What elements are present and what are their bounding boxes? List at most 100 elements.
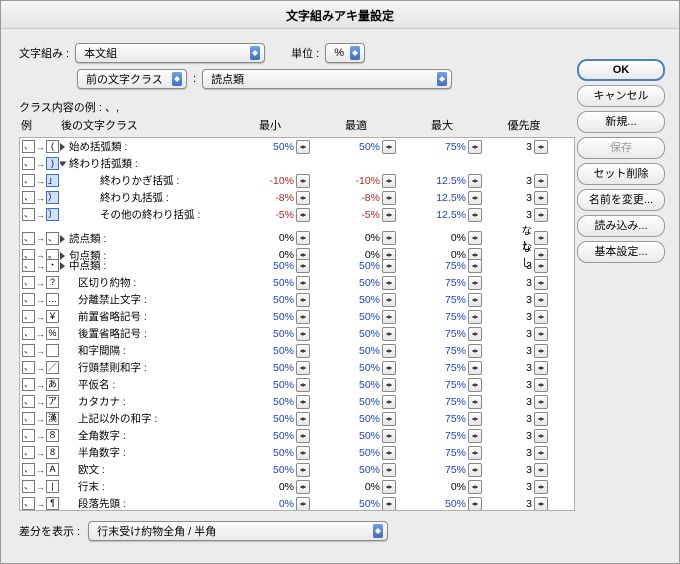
stepper-icon[interactable] [468, 378, 482, 392]
value-spinner[interactable]: 50% [314, 462, 400, 478]
disclosure-triangle-icon[interactable] [60, 262, 65, 270]
basic-settings-button[interactable]: 基本設定... [577, 241, 665, 263]
value-spinner[interactable]: 50% [228, 411, 314, 427]
stepper-icon[interactable] [534, 174, 548, 188]
stepper-icon[interactable] [296, 276, 310, 290]
stepper-icon[interactable] [468, 259, 482, 273]
stepper-icon[interactable] [468, 327, 482, 341]
value-spinner[interactable]: 12.5% [400, 190, 486, 206]
value-spinner[interactable]: 50% [314, 411, 400, 427]
value-spinner[interactable]: -10% [228, 173, 314, 189]
value-spinner[interactable]: 75% [400, 428, 486, 444]
stepper-icon[interactable] [382, 231, 396, 245]
value-spinner[interactable]: 75% [400, 292, 486, 308]
import-button[interactable]: 読み込み... [577, 215, 665, 237]
value-spinner[interactable]: 0% [228, 496, 314, 511]
value-spinner[interactable]: 12.5% [400, 207, 486, 223]
stepper-icon[interactable] [468, 208, 482, 222]
stepper-icon[interactable] [382, 463, 396, 477]
stepper-icon[interactable] [296, 259, 310, 273]
stepper-icon[interactable] [382, 480, 396, 494]
priority-spinner[interactable]: 3 [486, 480, 550, 494]
value-spinner[interactable]: 50% [314, 394, 400, 410]
value-spinner[interactable]: 0% [400, 479, 486, 495]
priority-spinner[interactable]: 3 [486, 344, 550, 358]
value-spinner[interactable]: 50% [314, 343, 400, 359]
value-spinner[interactable]: 50% [228, 309, 314, 325]
value-spinner[interactable]: 50% [228, 292, 314, 308]
value-spinner[interactable]: 50% [228, 258, 314, 274]
value-spinner[interactable]: -5% [314, 207, 400, 223]
stepper-icon[interactable] [382, 276, 396, 290]
stepper-icon[interactable] [382, 361, 396, 375]
stepper-icon[interactable] [296, 446, 310, 460]
prev-class-select[interactable]: 前の文字クラス [77, 69, 187, 89]
stepper-icon[interactable] [296, 231, 310, 245]
value-spinner[interactable]: 50% [314, 377, 400, 393]
value-spinner[interactable]: 75% [400, 411, 486, 427]
stepper-icon[interactable] [534, 395, 548, 409]
stepper-icon[interactable] [468, 231, 482, 245]
stepper-icon[interactable] [382, 191, 396, 205]
stepper-icon[interactable] [382, 310, 396, 324]
priority-spinner[interactable]: 3 [486, 327, 550, 341]
value-spinner[interactable]: 50% [314, 292, 400, 308]
stepper-icon[interactable] [534, 361, 548, 375]
value-spinner[interactable]: 75% [400, 139, 486, 155]
disclosure-triangle-icon[interactable] [60, 235, 65, 243]
stepper-icon[interactable] [468, 463, 482, 477]
unit-select[interactable]: % [325, 43, 365, 63]
stepper-icon[interactable] [534, 480, 548, 494]
stepper-icon[interactable] [468, 446, 482, 460]
stepper-icon[interactable] [296, 293, 310, 307]
stepper-icon[interactable] [534, 259, 548, 273]
value-spinner[interactable]: 75% [400, 275, 486, 291]
stepper-icon[interactable] [468, 310, 482, 324]
stepper-icon[interactable] [534, 231, 548, 245]
stepper-icon[interactable] [296, 327, 310, 341]
stepper-icon[interactable] [534, 208, 548, 222]
stepper-icon[interactable] [468, 412, 482, 426]
disclosure-triangle-icon[interactable] [60, 143, 65, 151]
value-spinner[interactable]: 0% [314, 230, 400, 246]
stepper-icon[interactable] [534, 191, 548, 205]
value-spinner[interactable]: 75% [400, 445, 486, 461]
stepper-icon[interactable] [382, 412, 396, 426]
value-spinner[interactable]: -8% [228, 190, 314, 206]
value-spinner[interactable]: 0% [314, 479, 400, 495]
value-spinner[interactable]: 50% [314, 309, 400, 325]
value-spinner[interactable]: 50% [228, 445, 314, 461]
char-class-select[interactable]: 読点類 [202, 69, 452, 89]
value-spinner[interactable]: 50% [400, 496, 486, 511]
stepper-icon[interactable] [468, 191, 482, 205]
stepper-icon[interactable] [534, 344, 548, 358]
value-spinner[interactable]: 50% [314, 326, 400, 342]
priority-spinner[interactable]: 3 [486, 276, 550, 290]
stepper-icon[interactable] [296, 208, 310, 222]
stepper-icon[interactable] [468, 497, 482, 511]
stepper-icon[interactable] [382, 174, 396, 188]
value-spinner[interactable]: 75% [400, 377, 486, 393]
stepper-icon[interactable] [534, 327, 548, 341]
stepper-icon[interactable] [468, 480, 482, 494]
value-spinner[interactable]: 50% [228, 462, 314, 478]
mojikumi-select[interactable]: 本文組 [75, 43, 265, 63]
stepper-icon[interactable] [296, 344, 310, 358]
stepper-icon[interactable] [296, 497, 310, 511]
value-spinner[interactable]: 75% [400, 360, 486, 376]
stepper-icon[interactable] [382, 446, 396, 460]
stepper-icon[interactable] [296, 480, 310, 494]
value-spinner[interactable]: 50% [314, 258, 400, 274]
stepper-icon[interactable] [534, 140, 548, 154]
stepper-icon[interactable] [534, 446, 548, 460]
value-spinner[interactable]: 75% [400, 343, 486, 359]
value-spinner[interactable]: 75% [400, 462, 486, 478]
value-spinner[interactable]: 75% [400, 394, 486, 410]
stepper-icon[interactable] [296, 429, 310, 443]
stepper-icon[interactable] [382, 208, 396, 222]
stepper-icon[interactable] [296, 395, 310, 409]
value-spinner[interactable]: 75% [400, 326, 486, 342]
stepper-icon[interactable] [468, 174, 482, 188]
stepper-icon[interactable] [468, 293, 482, 307]
priority-spinner[interactable]: 3 [486, 412, 550, 426]
